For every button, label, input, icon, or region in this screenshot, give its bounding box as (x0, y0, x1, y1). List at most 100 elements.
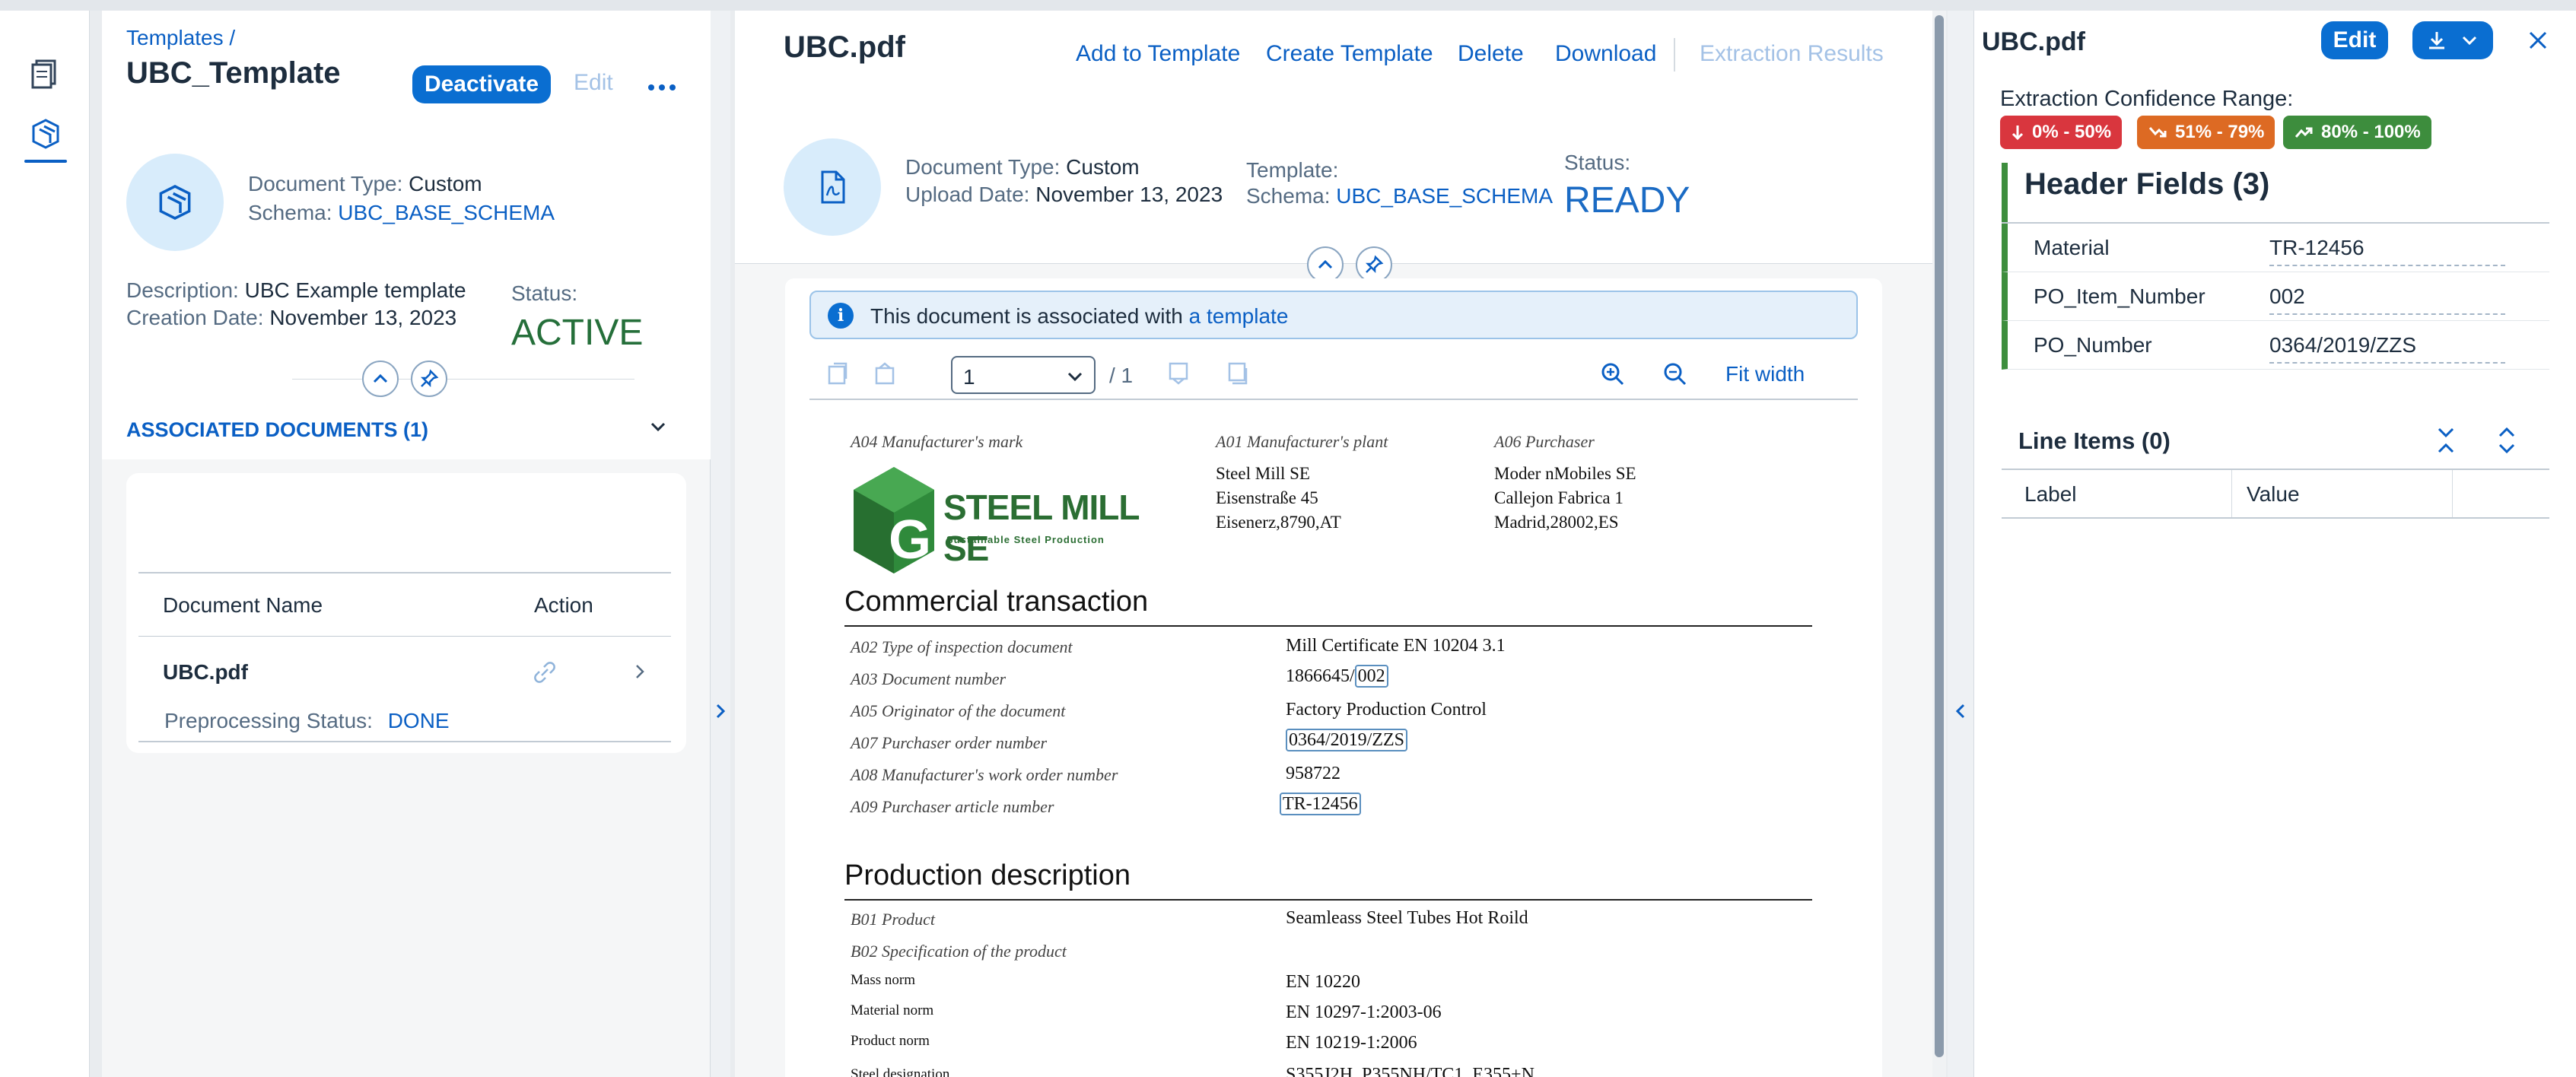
schema-link[interactable]: UBC_BASE_SCHEMA (338, 201, 555, 224)
first-page-icon[interactable] (825, 361, 851, 386)
purchaser-line-1: Moder nMobiles SE (1494, 464, 1636, 483)
preprocessing-value: DONE (387, 709, 450, 732)
field-value-input[interactable]: TR-12456 (2269, 236, 2505, 266)
commercial-value-3: 0364/2019/ZZS (1286, 729, 1408, 751)
active-indicator (24, 160, 67, 163)
edit-button[interactable]: Edit (574, 70, 613, 96)
deactivate-button[interactable]: Deactivate (412, 65, 551, 103)
plant-line-2: Eisenstraße 45 (1216, 488, 1318, 507)
production-value-4: EN 10219-1:2006 (1286, 1033, 1417, 1053)
page-select[interactable]: 1 (951, 356, 1096, 394)
extraction-results-button[interactable]: Extraction Results (1700, 41, 1884, 67)
document-title: UBC.pdf (784, 30, 905, 64)
creation-value: November 13, 2023 (269, 306, 457, 329)
zoom-out-icon[interactable] (1662, 361, 1689, 388)
commercial-value-1: 1866645/002 (1286, 665, 1388, 688)
collapse-header-button[interactable] (362, 361, 399, 397)
chevron-down-icon (1067, 371, 1083, 382)
plant-line-3: Eisenerz,8790,AT (1216, 513, 1341, 532)
schema-line: Schema: UBC_BASE_SCHEMA (248, 201, 555, 225)
close-icon[interactable] (2527, 29, 2549, 52)
header-field-row[interactable]: PO_Item_Number 002 (2002, 272, 2549, 321)
page-select-value: 1 (963, 365, 975, 389)
page-title: UBC_Template (126, 56, 341, 90)
templates-icon[interactable] (27, 116, 64, 152)
edit-button[interactable]: Edit (2321, 21, 2388, 59)
vertical-scrollbar[interactable] (1932, 11, 1946, 1077)
download-button[interactable]: Download (1555, 41, 1656, 67)
table-row[interactable]: UBC.pdf Preprocessing Status: DONE (138, 637, 671, 744)
section-rule (844, 625, 1812, 627)
preprocessing-label: Preprocessing Status: (164, 709, 373, 732)
breadcrumb-templates[interactable]: Templates / (126, 26, 235, 50)
template-header: Templates / UBC_Template Deactivate Edit… (102, 11, 711, 459)
highlight-material[interactable]: TR-12456 (1280, 793, 1361, 815)
associated-documents-tab[interactable]: ASSOCIATED DOCUMENTS (1) (126, 418, 428, 442)
schema-label: Schema: (1246, 184, 1331, 208)
info-message-strip: i This document is associated with a tem… (809, 291, 1858, 339)
pdf-document-icon (821, 170, 845, 204)
template-avatar (126, 154, 224, 251)
fit-width-button[interactable]: Fit width (1725, 362, 1805, 386)
confidence-badge-medium: 51% - 79% (2137, 116, 2275, 149)
collapse-header-button[interactable] (1307, 246, 1344, 283)
doc-type-value: Custom (1066, 155, 1140, 179)
scrollbar-thumb[interactable] (1935, 15, 1944, 1057)
production-description-heading: Production description (844, 859, 1131, 891)
highlight-po-number[interactable]: 0364/2019/ZZS (1286, 729, 1408, 751)
highlight-item-number[interactable]: 002 (1354, 665, 1388, 688)
schema-link[interactable]: UBC_BASE_SCHEMA (1336, 184, 1553, 208)
document-avatar (784, 138, 881, 236)
confidence-badge-medium-label: 51% - 79% (2175, 122, 2265, 142)
header-divider (292, 379, 634, 380)
confidence-badge-high-label: 80% - 100% (2321, 122, 2421, 142)
window-top-strip (0, 0, 2576, 11)
collapse-all-icon[interactable] (2435, 426, 2457, 455)
info-text-line: This document is associated with a templ… (870, 304, 1288, 329)
confidence-range-label: Extraction Confidence Range: (2000, 87, 2294, 111)
status-value: ACTIVE (511, 313, 644, 353)
description-label: Description: (126, 278, 239, 302)
commercial-label-2: A05 Originator of the document (851, 701, 1066, 720)
expand-left-icon[interactable] (1955, 703, 1965, 720)
documents-icon[interactable] (29, 56, 62, 90)
extraction-title: UBC.pdf (1982, 27, 2085, 56)
navigation-rail (0, 11, 90, 1077)
previous-page-icon[interactable] (872, 361, 898, 386)
creation-line: Creation Date: November 13, 2023 (126, 306, 456, 330)
header-field-row[interactable]: Material TR-12456 (2002, 224, 2549, 272)
chevron-right-icon[interactable] (634, 663, 645, 680)
plant-line-1: Steel Mill SE (1216, 464, 1310, 483)
expand-all-icon[interactable] (2496, 426, 2517, 455)
unlink-icon[interactable] (531, 659, 558, 686)
pin-header-button[interactable] (1356, 246, 1392, 283)
left-splitter[interactable] (711, 11, 730, 1077)
pin-header-button[interactable] (411, 361, 447, 397)
last-page-icon[interactable] (1225, 361, 1251, 386)
upload-date-line: Upload Date: November 13, 2023 (905, 183, 1223, 207)
expand-right-icon[interactable] (716, 703, 726, 720)
more-options-icon[interactable] (647, 82, 677, 91)
download-menu-button[interactable] (2412, 21, 2493, 59)
associated-expand-icon[interactable] (650, 421, 666, 432)
next-page-icon[interactable] (1166, 361, 1191, 386)
purchaser-line-2: Callejon Fabrica 1 (1494, 488, 1624, 507)
field-value-input[interactable]: 0364/2019/ZZS (2269, 333, 2505, 364)
trend-up-icon (2295, 127, 2313, 138)
header-field-row[interactable]: PO_Number 0364/2019/ZZS (2002, 321, 2549, 370)
template-link[interactable]: a template (1189, 304, 1289, 328)
trend-down-icon (2148, 127, 2167, 138)
template-label: Template: (1246, 158, 1339, 182)
info-icon: i (828, 303, 854, 329)
toolbar-separator (1674, 38, 1675, 71)
steel-mill-logo: G STEEL MILL SE Sustainable Steel Produc… (852, 465, 1141, 575)
create-template-button[interactable]: Create Template (1266, 41, 1433, 67)
commercial-label-4: A08 Manufacturer's work order number (851, 765, 1118, 784)
pin-icon (1365, 255, 1384, 274)
commercial-transaction-heading: Commercial transaction (844, 586, 1149, 618)
right-splitter[interactable] (1948, 11, 1973, 1077)
field-value-input[interactable]: 002 (2269, 284, 2505, 315)
zoom-in-icon[interactable] (1599, 361, 1627, 388)
add-to-template-button[interactable]: Add to Template (1076, 41, 1240, 67)
delete-button[interactable]: Delete (1458, 41, 1524, 67)
